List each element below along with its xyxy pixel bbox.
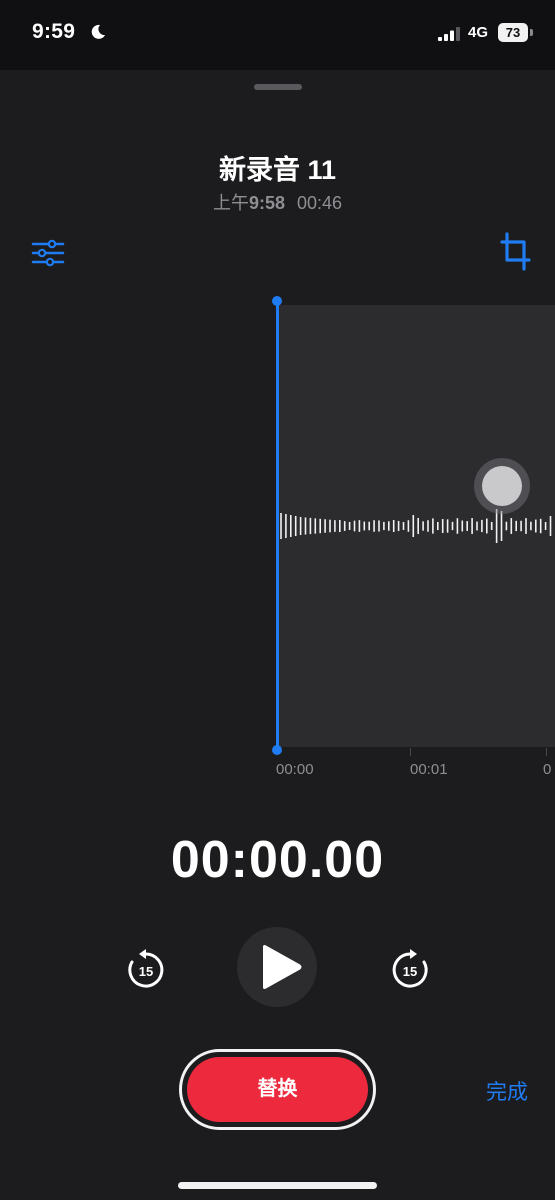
battery-indicator: 73 [498, 23, 528, 42]
network-label: 4G [468, 24, 489, 41]
play-button[interactable] [237, 927, 317, 1007]
date-prefix: 上午 [212, 193, 249, 213]
sheet-grabber[interactable] [254, 84, 302, 90]
timeline-tick [410, 748, 411, 756]
sliders-icon[interactable] [30, 238, 66, 268]
touch-indicator [474, 458, 530, 514]
recording-meta: 上午9:58 00:46 [0, 189, 555, 215]
skip-forward-label: 15 [403, 964, 417, 979]
crop-icon[interactable] [500, 232, 532, 272]
playhead-bottom-handle[interactable] [272, 745, 282, 755]
timeline-label-2: 0 [543, 761, 552, 778]
replace-button[interactable]: 替换 [187, 1057, 368, 1122]
signal-icon [438, 27, 460, 41]
moon-icon [91, 24, 105, 39]
waveform-left-area [0, 305, 277, 747]
timeline-label-0: 00:00 [276, 761, 314, 778]
skip-back-15-icon[interactable]: 15 [124, 948, 168, 992]
timeline-label-1: 00:01 [410, 761, 448, 778]
playhead-top-handle[interactable] [272, 296, 282, 306]
date-time: 9:58 [248, 193, 285, 213]
done-button[interactable]: 完成 [486, 1076, 528, 1106]
skip-forward-15-icon[interactable]: 15 [388, 948, 432, 992]
waveform[interactable] [278, 305, 555, 747]
timeline-tick [546, 748, 547, 756]
current-time: 00:00.00 [170, 831, 385, 889]
battery-cap [530, 29, 533, 36]
play-icon [263, 945, 302, 989]
status-bar: 9:59 4G 73 [0, 0, 555, 70]
playhead[interactable] [276, 301, 279, 750]
home-indicator [178, 1182, 377, 1189]
skip-back-label: 15 [139, 964, 153, 979]
recording-title[interactable]: 新录音 11 [0, 148, 555, 187]
status-time: 9:59 [32, 20, 76, 43]
recording-duration: 00:46 [296, 193, 343, 213]
